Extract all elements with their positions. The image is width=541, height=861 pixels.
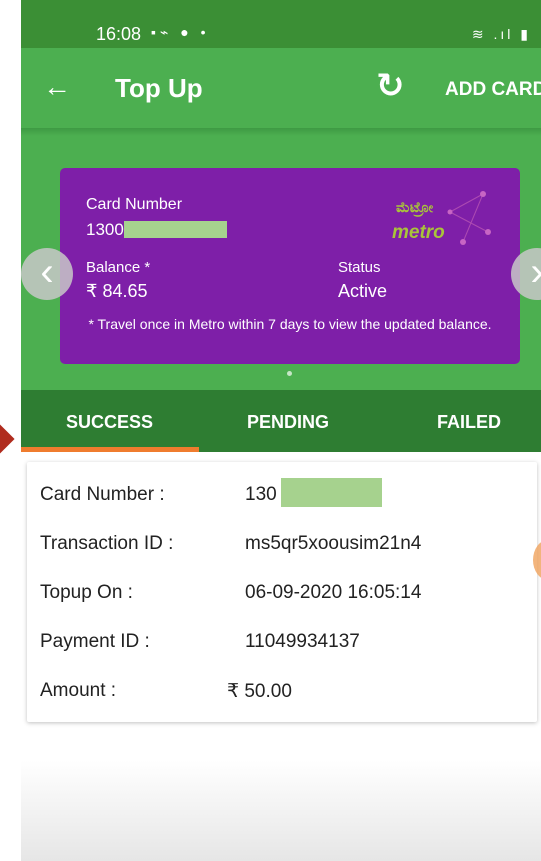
svg-text:metro: metro [392,222,445,243]
transaction-id-label: Transaction ID : [40,533,174,554]
refresh-icon[interactable]: ↻ [376,67,405,105]
metro-logo-icon: ಮೆಟ್ರೋ metro [392,191,491,245]
amount-label: Amount : [40,680,117,701]
amount-value: ₹ 50.00 [227,681,292,702]
tab-failed[interactable]: FAILED [437,412,501,433]
annotation-pointer-marker [0,423,15,455]
transaction-tabs: SUCCESS PENDING FAILED [21,390,541,452]
payment-id-value: 11049934137 [245,631,360,652]
carousel-page-dot [287,371,292,376]
phone-screen: 16:08 ▪⌁ ● • ≋ .ıl ▮ ← Top Up ↻ ADD CARD… [21,0,541,861]
balance-update-note: * Travel once in Metro within 7 days to … [88,316,492,332]
signal-battery-icons: ≋ .ıl ▮ [471,26,531,42]
app-bar-shadow [21,128,541,136]
active-tab-indicator [21,447,199,452]
balance-label: Balance * [86,259,151,276]
status-label: Status [338,259,381,276]
card-number-row-value: 130 [245,484,277,505]
transaction-id-value: ms5qr5xoousim21n4 [245,533,422,554]
bottom-area [21,760,541,861]
redaction-mask [281,478,382,507]
page-title: Top Up [115,73,203,103]
svg-text:ಮೆಟ್ರೋ: ಮೆಟ್ರೋ [396,199,434,217]
topup-on-value: 06-09-2020 16:05:14 [245,582,422,603]
notification-icons: ▪⌁ ● • [151,24,210,40]
status-time: 16:08 [96,24,142,44]
back-arrow-icon[interactable]: ← [43,70,71,104]
card-number-row-label: Card Number : [40,484,165,505]
redaction-mask [124,221,227,238]
payment-id-label: Payment ID : [40,631,150,652]
transaction-details-card: Card Number : 130 Transaction ID : ms5qr… [27,462,537,722]
tab-pending[interactable]: PENDING [247,412,329,433]
status-bar: 16:08 ▪⌁ ● • ≋ .ıl ▮ [21,0,541,48]
metro-card[interactable]: Card Number 1300 ಮೆಟ್ರೋ metro Balance * … [60,168,520,364]
card-number-label: Card Number [86,196,183,213]
balance-value: ₹ 84.65 [86,281,148,301]
chevron-left-icon[interactable]: ‹ [21,248,73,300]
card-carousel: Card Number 1300 ಮೆಟ್ರೋ metro Balance * … [21,128,541,390]
app-bar: ← Top Up ↻ ADD CARD [21,48,541,128]
status-value: Active [338,281,388,301]
add-card-button[interactable]: ADD CARD [445,79,541,101]
tab-success[interactable]: SUCCESS [66,412,153,433]
topup-on-label: Topup On : [40,582,133,603]
card-number-value: 1300 [86,220,124,239]
